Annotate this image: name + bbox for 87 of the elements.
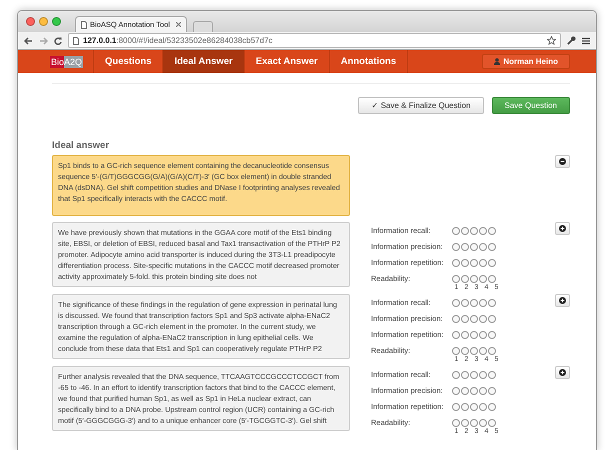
rating-radio[interactable]	[461, 314, 469, 322]
nav-tab[interactable]: Ideal Answer	[163, 50, 245, 73]
add-button[interactable]	[555, 294, 570, 307]
rating-radio[interactable]	[479, 314, 487, 322]
rating-radio[interactable]	[488, 402, 496, 410]
new-tab-button[interactable]	[193, 21, 213, 32]
rating-radio[interactable]	[470, 274, 478, 282]
rating-radio[interactable]	[488, 258, 496, 266]
rating-radio[interactable]	[461, 242, 469, 250]
menu-icon[interactable]	[582, 36, 590, 44]
rating-radio[interactable]	[452, 258, 460, 266]
plus-circle-icon	[559, 297, 566, 304]
rating-radio[interactable]	[488, 330, 496, 338]
rating-radio[interactable]	[470, 298, 478, 306]
rating-radio[interactable]	[452, 370, 460, 378]
rating-radio[interactable]	[479, 226, 487, 234]
reload-icon[interactable]	[54, 36, 62, 44]
rating-radio[interactable]	[479, 346, 487, 354]
address-bar[interactable]: 127.0.0.1:8000/#!/ideal/53233502e86284038cb57d7c	[68, 33, 561, 48]
rating-radio[interactable]	[479, 274, 487, 282]
user-button[interactable]: Norman Heino	[482, 54, 570, 69]
user-icon	[494, 58, 500, 65]
rating-radio[interactable]	[488, 226, 496, 234]
rating-radio[interactable]	[488, 242, 496, 250]
rating-radio[interactable]	[488, 346, 496, 354]
minus-circle-icon	[559, 158, 566, 165]
rating-radio[interactable]	[461, 258, 469, 266]
rating-radio[interactable]	[461, 330, 469, 338]
rating-radio[interactable]	[470, 226, 478, 234]
logo[interactable]: BioA2Q	[50, 50, 94, 73]
zoom-button[interactable]	[52, 17, 61, 26]
rating-radio[interactable]	[452, 226, 460, 234]
rating-radio[interactable]	[461, 370, 469, 378]
rating-radio[interactable]	[470, 314, 478, 322]
rating-radio[interactable]	[470, 330, 478, 338]
rating-radio[interactable]	[452, 346, 460, 354]
plus-circle-icon	[559, 369, 566, 376]
rating-radio[interactable]	[488, 370, 496, 378]
rating-radio[interactable]	[488, 298, 496, 306]
rating-radio[interactable]	[470, 402, 478, 410]
rating-radio[interactable]	[479, 402, 487, 410]
rating-radio[interactable]	[452, 386, 460, 394]
rating-radio[interactable]	[488, 274, 496, 282]
rating-radio[interactable]	[470, 346, 478, 354]
rating-radio[interactable]	[461, 298, 469, 306]
remove-button[interactable]	[555, 155, 570, 168]
rating-radio[interactable]	[461, 274, 469, 282]
rating-radio[interactable]	[461, 226, 469, 234]
rating-radio[interactable]	[479, 418, 487, 426]
plus-circle-icon	[559, 225, 566, 232]
rating-radio[interactable]	[461, 402, 469, 410]
rating-radio[interactable]	[461, 386, 469, 394]
finalize-button[interactable]: ✓ Save & Finalize Question	[358, 97, 484, 114]
rating-radio[interactable]	[488, 418, 496, 426]
minimize-button[interactable]	[39, 17, 48, 26]
rating-radio[interactable]	[452, 274, 460, 282]
rating-radio[interactable]	[470, 242, 478, 250]
rating-radio[interactable]	[488, 386, 496, 394]
rating-radio[interactable]	[470, 258, 478, 266]
rating-radio[interactable]	[479, 386, 487, 394]
rating-radio[interactable]	[479, 298, 487, 306]
nav-tab[interactable]: Annotations	[330, 50, 408, 73]
rating-radio[interactable]	[452, 242, 460, 250]
close-icon[interactable]	[176, 22, 181, 27]
rating-radio[interactable]	[452, 330, 460, 338]
rating-radio[interactable]	[479, 330, 487, 338]
section-heading: Ideal answer	[52, 140, 110, 151]
close-button[interactable]	[26, 17, 35, 26]
back-icon[interactable]	[24, 36, 33, 44]
add-button[interactable]	[555, 222, 570, 235]
rating-radio[interactable]	[470, 386, 478, 394]
rating-radio[interactable]	[470, 370, 478, 378]
rating-radio[interactable]	[479, 370, 487, 378]
rating-radio[interactable]	[488, 314, 496, 322]
nav-tab[interactable]: Exact Answer	[244, 50, 330, 73]
forward-icon[interactable]	[39, 36, 48, 44]
rating-radio[interactable]	[452, 298, 460, 306]
rating-radio[interactable]	[479, 258, 487, 266]
rating-radio[interactable]	[452, 418, 460, 426]
rating-radio[interactable]	[461, 346, 469, 354]
rating-radio[interactable]	[461, 418, 469, 426]
add-button[interactable]	[555, 366, 570, 379]
rating-radio[interactable]	[452, 402, 460, 410]
star-icon[interactable]	[547, 36, 556, 45]
rating-radio[interactable]	[470, 418, 478, 426]
rating-radio[interactable]	[479, 242, 487, 250]
rating-radio[interactable]	[452, 314, 460, 322]
